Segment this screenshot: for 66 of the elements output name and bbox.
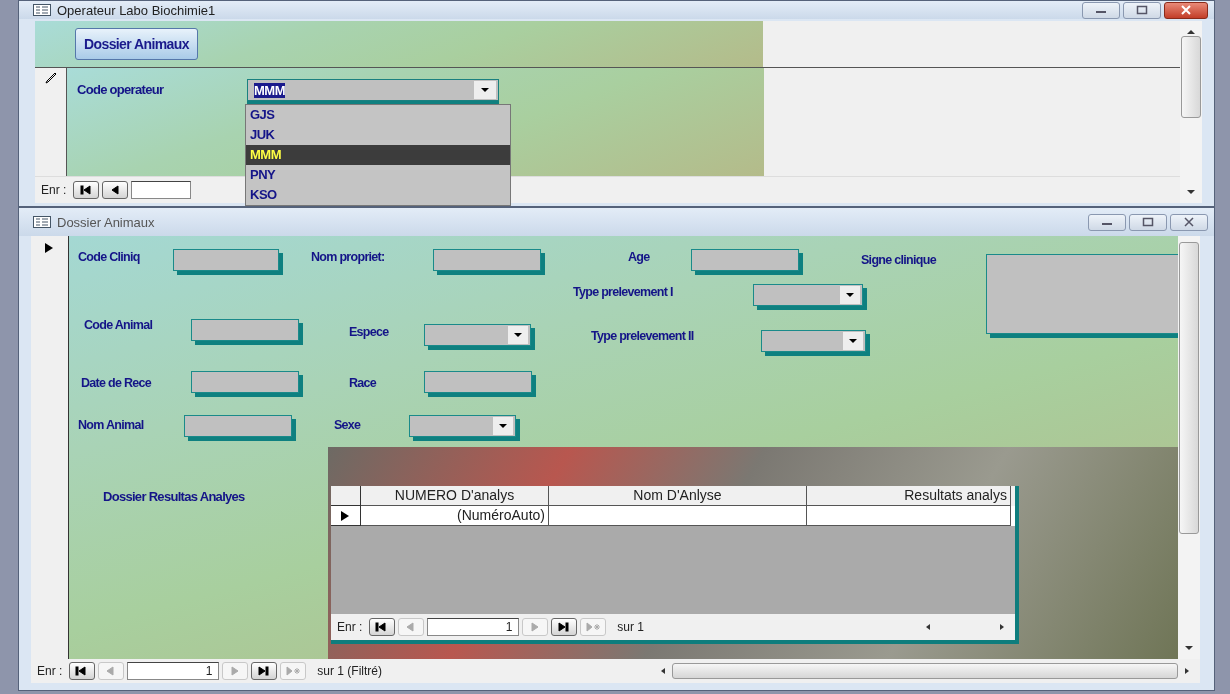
record-number-field[interactable]: 1 [127,662,220,680]
window-title: Operateur Labo Biochimie1 [57,2,216,18]
dropdown-option[interactable]: PNY [246,165,510,185]
field-label: Age [627,250,650,264]
window-title: Dossier Animaux [57,214,155,230]
maximize-button[interactable] [1123,1,1161,19]
minimize-button[interactable] [1088,213,1126,231]
record-label: Enr : [37,664,63,678]
field-label: Nom Animal [77,418,144,432]
scroll-right-icon[interactable] [1184,667,1190,675]
combo-value: MMM [254,82,285,98]
record-label: Enr : [336,620,363,634]
record-count: sur 1 [617,620,644,634]
field-label: Date de Rece [80,376,152,390]
record-label: Enr : [41,183,67,197]
form-icon [33,216,51,228]
current-record-icon [340,509,351,522]
record-nav-button[interactable] [551,618,578,636]
dropdown-option[interactable]: GJS [246,105,510,125]
field-label: Code Cliniq [77,250,140,264]
record-number-field[interactable]: 1 [427,618,520,636]
field-label: Type prelevement I [572,285,673,299]
new-record-icon [285,666,302,676]
maximize-icon [1136,5,1148,15]
subform-label: Dossier Resultas Analyes [102,489,245,504]
operator-combo[interactable]: MMM [247,79,499,101]
close-icon [1180,5,1192,15]
field-label: Sexe [333,418,361,432]
scroll-down-icon[interactable] [1186,189,1196,195]
close-icon [1183,217,1195,227]
scroll-right-icon[interactable] [998,623,1005,631]
field-label: Code operateur [77,82,164,97]
close-button[interactable] [1170,213,1208,231]
scroll-down-icon[interactable] [1184,645,1194,651]
close-button[interactable] [1164,1,1208,19]
record-number-field[interactable] [131,181,192,199]
table-cell: (NuméroAuto) [360,506,549,526]
new-record-icon [585,622,602,632]
scroll-thumb[interactable] [1181,36,1201,118]
minimize-button[interactable] [1082,1,1120,19]
scroll-thumb[interactable] [1179,241,1199,534]
record-selector[interactable] [330,506,361,526]
field-label: Race [348,376,377,390]
pencil-icon [44,72,57,84]
field-label: Signe clinique [860,253,936,267]
form-icon [33,4,51,16]
maximize-button[interactable] [1129,213,1167,231]
current-record-icon [44,242,55,254]
scroll-left-icon[interactable] [924,623,931,631]
record-nav-button[interactable] [102,181,129,199]
dropdown-option[interactable]: MMM [246,145,510,165]
record-nav-button[interactable] [369,618,396,636]
first-record-icon [79,185,94,195]
dossier-animaux-button[interactable]: Dossier Animaux [75,28,198,60]
record-count: sur 1 (Filtré) [317,664,382,678]
record-nav-button[interactable] [73,181,100,199]
field-label: Espece [348,325,389,339]
field-label: Type prelevement II [590,329,694,343]
field-label: Code Animal [83,318,153,332]
dropdown-option[interactable]: KSO [246,185,510,205]
dropdown-option[interactable]: JUK [246,125,510,145]
scroll-left-icon[interactable] [660,667,666,675]
record-nav-button[interactable] [251,662,278,680]
field-label: Nom propriet: [310,250,385,264]
record-nav-button[interactable] [69,662,96,680]
maximize-icon [1142,217,1154,227]
